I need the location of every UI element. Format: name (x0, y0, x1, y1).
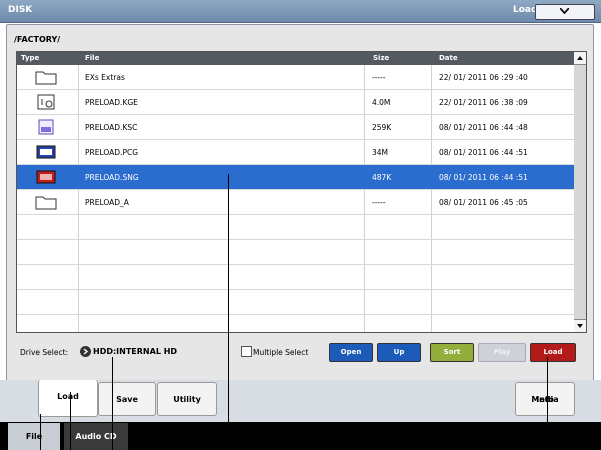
scroll-up-button[interactable] (574, 52, 586, 65)
tab-utility[interactable]: Utility (157, 382, 217, 416)
callout-line (70, 392, 71, 450)
table-row-selected[interactable]: PRELOAD.SNG 487K 08/ 01/ 2011 06 :44 :51 (17, 165, 575, 190)
column-header-date: Date (439, 54, 458, 62)
load-button[interactable]: Load (530, 343, 576, 362)
table-row[interactable]: PRELOAD.KGE 4.0M 22/ 01/ 2011 06 :38 :09 (17, 90, 575, 115)
table-row[interactable]: PRELOAD.PCG 34M 08/ 01/ 2011 06 :44 :51 (17, 140, 575, 165)
tab-label: Load (57, 392, 79, 401)
folder-icon (35, 71, 57, 85)
file-size: ----- (372, 73, 386, 82)
file-size: 487K (372, 173, 392, 182)
arrow-down-icon (577, 324, 583, 328)
multiple-select-label: Multiple Select (253, 348, 309, 357)
column-header-type: Type (21, 54, 40, 62)
file-date: 22/ 01/ 2011 06 :38 :09 (439, 98, 528, 107)
current-path: /FACTORY/ (14, 35, 61, 44)
file-name: PRELOAD_A (85, 198, 129, 207)
table-header: Type File Size Date (17, 52, 575, 65)
empty-row (17, 265, 575, 290)
pcg-file-icon (36, 145, 56, 159)
file-size: 4.0M (372, 98, 391, 107)
arrow-up-icon (577, 56, 583, 60)
file-name: PRELOAD.KGE (85, 98, 138, 107)
callout-line (112, 357, 113, 450)
open-button[interactable]: Open (329, 343, 373, 362)
file-size: 259K (372, 123, 392, 132)
column-header-file: File (85, 54, 100, 62)
tab-label-line: Info (536, 395, 554, 404)
file-name: PRELOAD.SNG (85, 173, 139, 182)
file-date: 08/ 01/ 2011 06 :44 :51 (439, 173, 528, 182)
kge-file-icon (37, 94, 55, 110)
tab-media-info[interactable]: Media Info (515, 382, 575, 416)
sort-button[interactable]: Sort (430, 343, 474, 362)
up-button[interactable]: Up (377, 343, 421, 362)
callout-line (40, 414, 41, 450)
page-menu-label: Load (513, 5, 538, 15)
tab-save[interactable]: Save (98, 382, 156, 416)
table-row[interactable]: PRELOAD_A ----- 08/ 01/ 2011 06 :45 :05 (17, 190, 575, 215)
empty-row (17, 240, 575, 265)
file-size: 34M (372, 148, 389, 157)
file-table: Type File Size Date EXs Extras ----- 22/… (16, 51, 576, 333)
page-menu-button[interactable] (535, 4, 595, 20)
file-date: 08/ 01/ 2011 06 :44 :51 (439, 148, 528, 157)
scroll-down-button[interactable] (574, 319, 586, 332)
drive-select-label: Drive Select: (20, 348, 69, 357)
file-date: 22/ 01/ 2011 06 :29 :40 (439, 73, 528, 82)
folder-icon (35, 196, 57, 210)
file-name: PRELOAD.PCG (85, 148, 139, 157)
play-button[interactable]: Play (478, 343, 526, 362)
tab-load[interactable]: Load (38, 380, 98, 417)
table-row[interactable]: PRELOAD.KSC 259K 08/ 01/ 2011 06 :44 :48 (17, 115, 575, 140)
table-row[interactable]: EXs Extras ----- 22/ 01/ 2011 06 :29 :40 (17, 65, 575, 90)
tab-label: Utility (173, 395, 201, 404)
page-tab-file[interactable]: File (8, 423, 60, 450)
title-bar (0, 0, 601, 23)
scrollbar[interactable] (574, 51, 587, 333)
drive-select-icon[interactable] (80, 346, 91, 357)
empty-row (17, 215, 575, 240)
page-tab-audio-cd[interactable]: Audio CD (64, 423, 128, 450)
chevron-down-icon (560, 8, 569, 14)
file-name: EXs Extras (85, 73, 125, 82)
callout-line (547, 357, 548, 450)
tab-label: Save (116, 395, 138, 404)
file-name: PRELOAD.KSC (85, 123, 138, 132)
chevron-right-icon (83, 348, 89, 355)
drive-select-value[interactable]: HDD:INTERNAL HD (93, 347, 177, 356)
page-title: DISK (8, 5, 33, 15)
callout-line (228, 174, 229, 450)
column-header-size: Size (373, 54, 390, 62)
file-size: ----- (372, 198, 386, 207)
ksc-file-icon (38, 119, 54, 135)
empty-row (17, 290, 575, 315)
file-date: 08/ 01/ 2011 06 :45 :05 (439, 198, 528, 207)
sng-file-icon (36, 170, 56, 184)
multiple-select-checkbox[interactable] (241, 346, 252, 357)
file-date: 08/ 01/ 2011 06 :44 :48 (439, 123, 528, 132)
